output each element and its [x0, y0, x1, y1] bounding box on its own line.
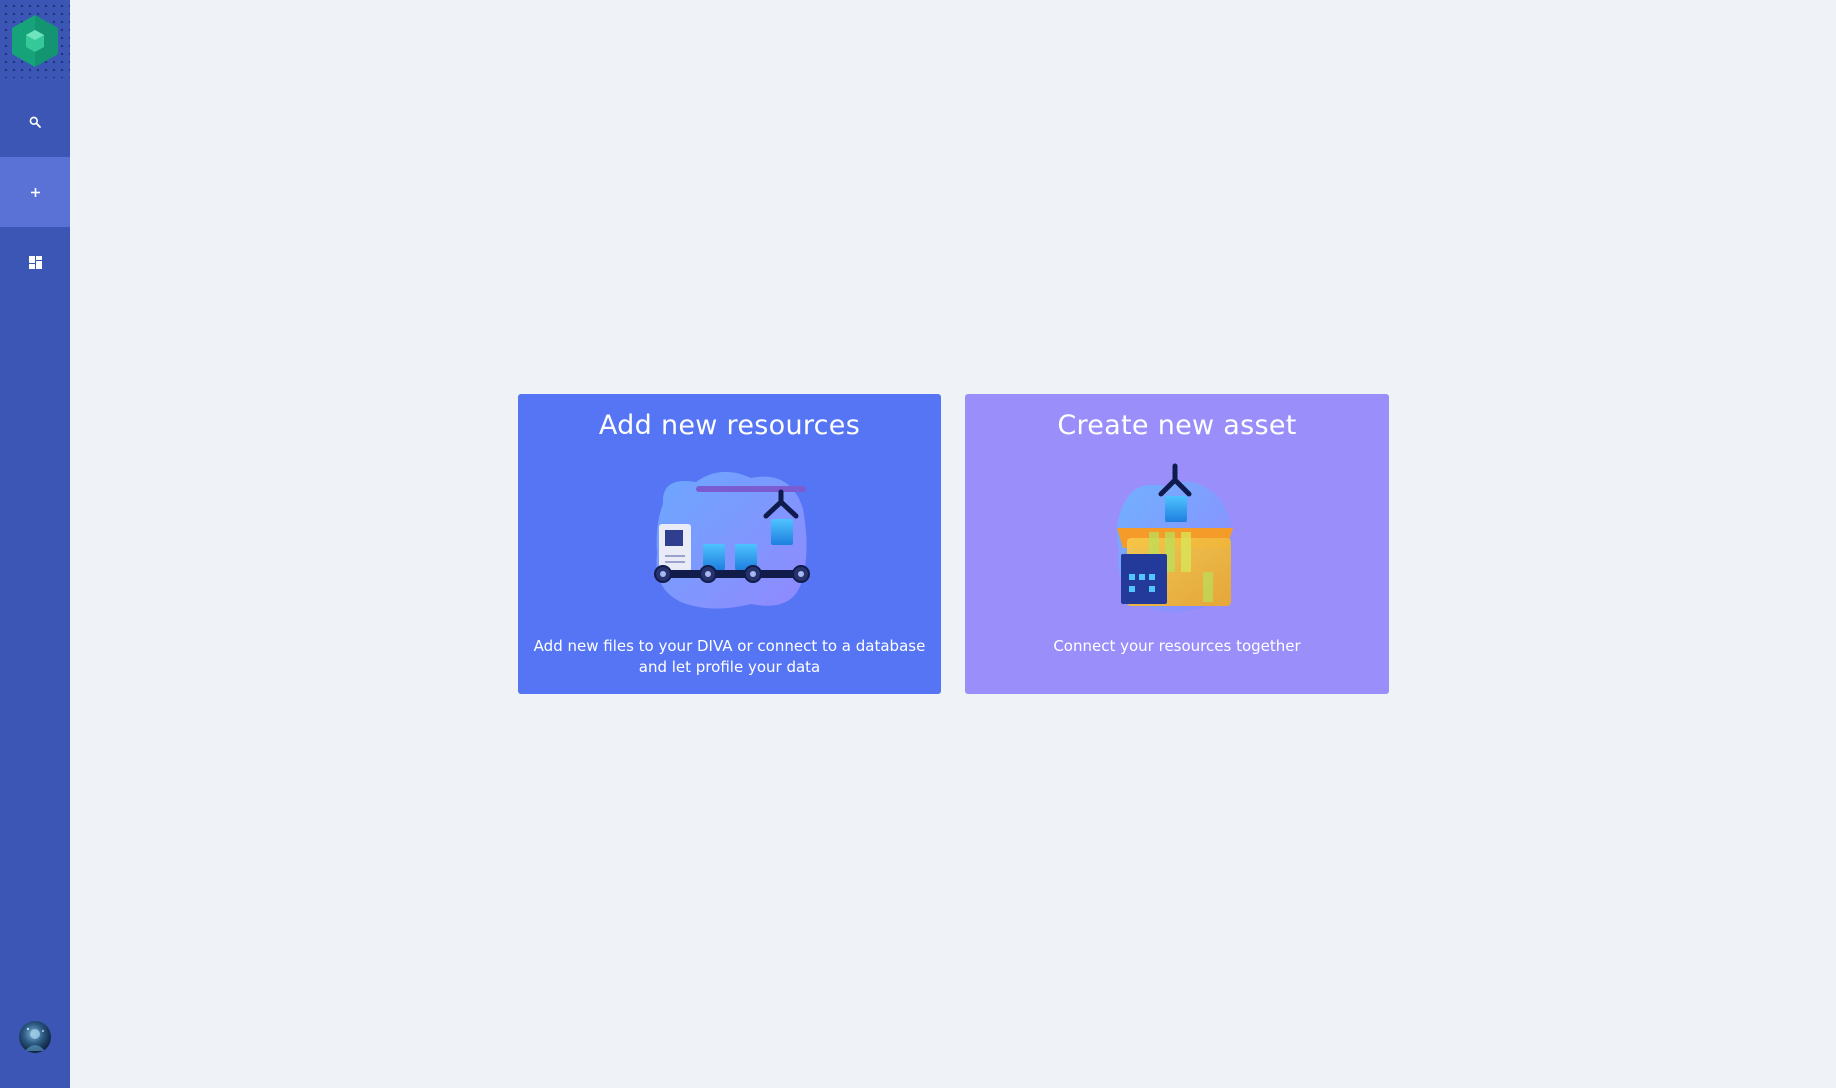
logo-area [0, 0, 70, 78]
sidebar [0, 0, 70, 1088]
plus-icon [30, 187, 40, 197]
hexagon-logo-icon[interactable] [10, 14, 60, 68]
sidebar-item-search[interactable] [0, 87, 70, 157]
sidebar-item-add[interactable] [0, 157, 70, 227]
conveyor-illustration-icon [654, 471, 810, 609]
create-asset-card[interactable]: Create new asset Connect your resources … [965, 394, 1389, 694]
dashboard-icon [28, 255, 42, 269]
add-resources-description: Add new files to your DIVA or connect to… [533, 637, 926, 676]
add-resources-title: Add new resources [598, 410, 861, 441]
user-avatar[interactable] [19, 1021, 51, 1053]
create-asset-title: Create new asset [1057, 410, 1297, 441]
sidebar-item-dashboard[interactable] [0, 227, 70, 297]
create-asset-description: Connect your resources together [1053, 637, 1301, 655]
search-icon [29, 116, 41, 128]
add-resources-card[interactable]: Add new resources Add new files to your … [518, 394, 941, 694]
asset-box-illustration-icon [1117, 463, 1233, 612]
avatar-image [25, 1027, 45, 1051]
